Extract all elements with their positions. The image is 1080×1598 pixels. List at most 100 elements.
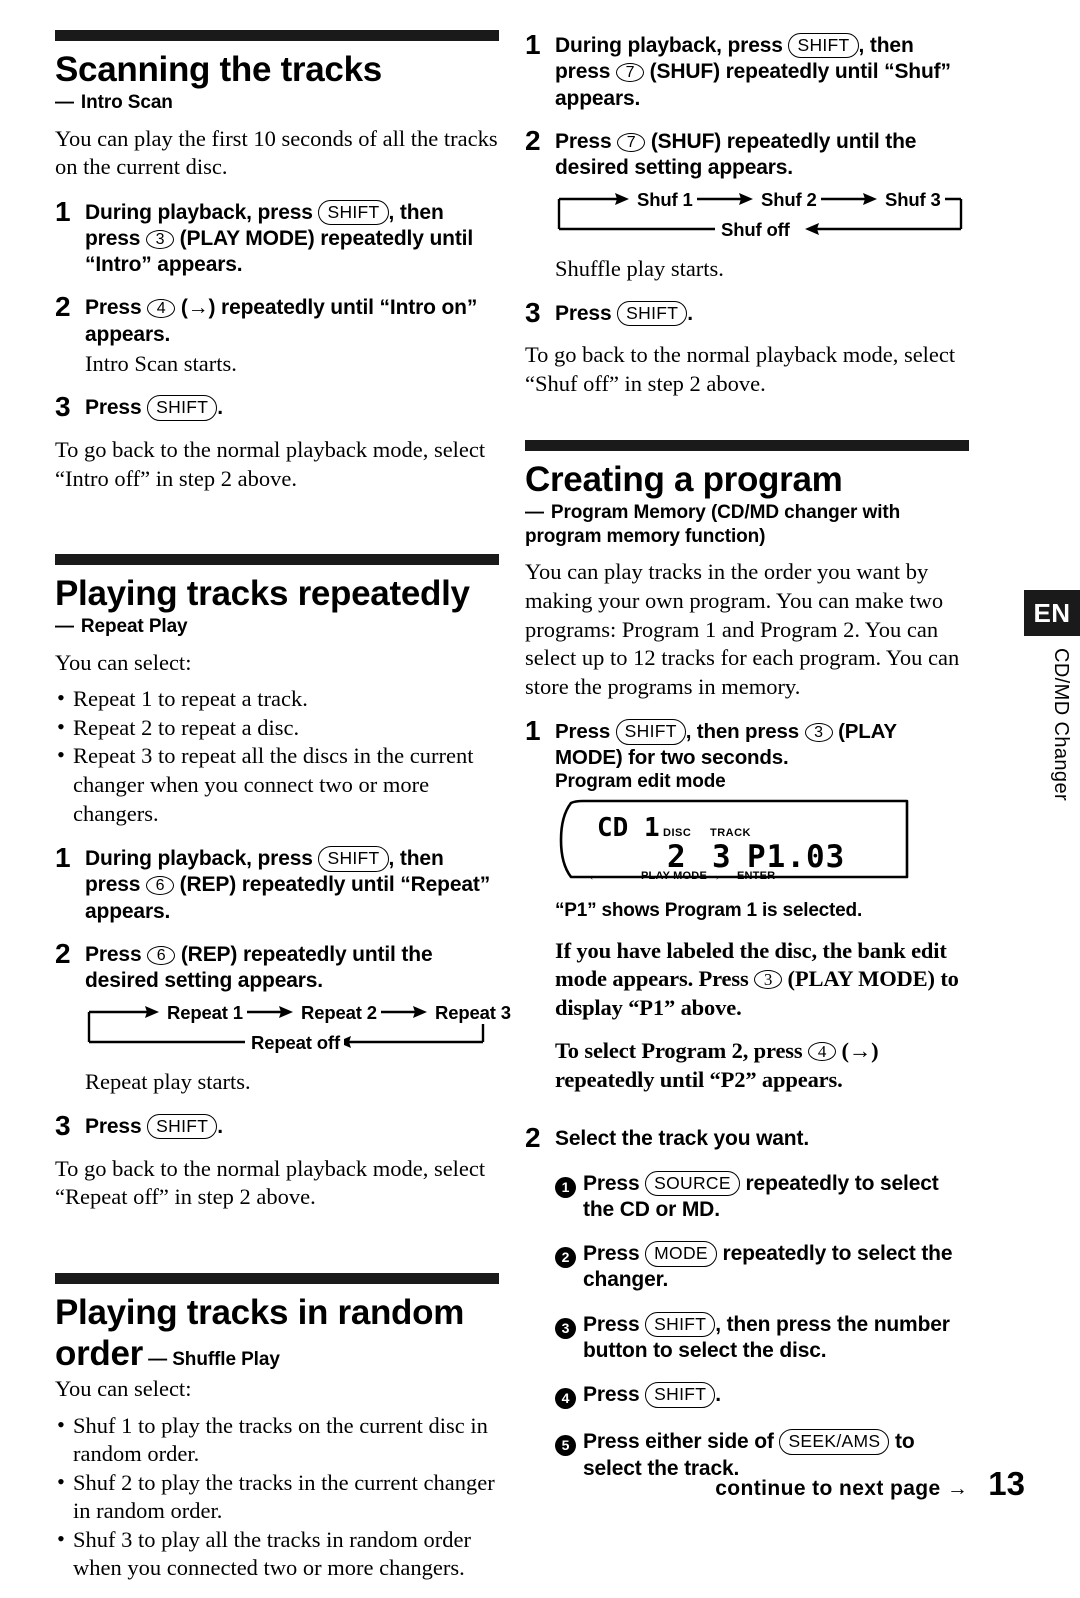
right-column: 1 During playback, press SHIFT, then pre…	[525, 30, 969, 1598]
manual-page: Scanning the tracks — Intro Scan You can …	[0, 0, 1080, 1580]
step-number: 2	[55, 937, 71, 969]
cycle-off-label: Shuf off	[717, 218, 794, 242]
step-text: Press SHIFT.	[85, 392, 499, 422]
substep-marker: 5	[555, 1429, 583, 1482]
lcd-enter-label: ENTER	[737, 869, 776, 882]
step-number: 3	[55, 1109, 71, 1141]
subtitle-label: Repeat Play	[80, 616, 188, 638]
section-rule	[55, 554, 499, 566]
substep-text-b: .	[715, 1383, 721, 1407]
step-item: 3 Press SHIFT.	[525, 298, 969, 328]
program2-paragraph: To select Program 2, press 4 (→) repeate…	[555, 1037, 969, 1094]
step-text-a: Press	[85, 296, 148, 320]
two-column-layout: Scanning the tracks — Intro Scan You can …	[0, 30, 1080, 1598]
step-text: Select the track you want. 1 Press SOURC…	[555, 1123, 969, 1482]
lcd-right-arrow-icon: →	[707, 866, 722, 884]
em-dash: —	[55, 616, 74, 638]
intro-paragraph: You can play tracks in the order you wan…	[525, 559, 960, 699]
step-text-a: Press	[85, 396, 148, 420]
step-text: During playback, press SHIFT, then press…	[85, 843, 499, 925]
shift-key-icon: SHIFT	[645, 1382, 716, 1408]
subtitle-label: Program Memory (CD/MD changer with progr…	[525, 501, 901, 548]
step-text-a: Press	[85, 1114, 148, 1138]
number-key-3-icon: 3	[145, 229, 174, 249]
step-text-a: During playback, press	[85, 847, 319, 871]
number-key-3-icon: 3	[804, 723, 833, 743]
substep-item: 3 Press SHIFT, then press the number but…	[555, 1311, 969, 1365]
list-item: Shuf 2 to play the tracks in the current…	[55, 1468, 499, 1526]
circled-number-1-icon: 1	[555, 1176, 576, 1198]
em-dash: —	[55, 92, 74, 114]
paragraph-text-a: To select Program 2, press	[555, 1038, 808, 1064]
outro-paragraph: To go back to the normal playback mode, …	[55, 437, 486, 491]
mode-key-icon: MODE	[645, 1241, 717, 1267]
cycle-label: Repeat 2	[297, 1001, 381, 1025]
number-key-4-icon: 4	[808, 1042, 836, 1062]
continue-text: continue to next page	[715, 1477, 941, 1500]
step-item: 1 During playback, press SHIFT, then pre…	[525, 30, 969, 112]
em-dash: —	[525, 501, 544, 523]
step-item: 2 Select the track you want. 1 Press SOU…	[525, 1123, 969, 1482]
step-number: 2	[525, 1122, 541, 1154]
substep-marker: 3	[555, 1312, 583, 1365]
page-title-repeat: Playing tracks repeatedly	[55, 574, 470, 614]
step-text-b: .	[687, 301, 693, 325]
intro-paragraph: You can play the first 10 seconds of all…	[55, 125, 498, 180]
substep-marker: 2	[555, 1241, 583, 1294]
shift-key-icon: SHIFT	[645, 1311, 716, 1338]
substep-item: 2 Press MODE repeatedly to select the ch…	[555, 1241, 969, 1294]
cycle-label: Repeat 3	[431, 1001, 515, 1025]
step-text: Select the track you want.	[555, 1127, 810, 1151]
outro-paragraph: To go back to the normal playback mode, …	[55, 1155, 486, 1210]
arrow-right-icon: →	[946, 1477, 969, 1500]
shift-key-icon: SHIFT	[318, 846, 389, 872]
subtitle-intro-scan: — Intro Scan	[55, 91, 499, 115]
cycle-label: Shuf 2	[757, 188, 821, 212]
step-number: 1	[55, 842, 71, 874]
step-number: 2	[55, 291, 71, 323]
step-text: Press 7 (SHUF) repeatedly until the desi…	[555, 126, 969, 284]
circled-number-2-icon: 2	[555, 1247, 576, 1269]
step-number: 1	[525, 715, 541, 747]
list-item: Repeat 1 to repeat a track.	[55, 684, 499, 714]
step-item: 3 Press SHIFT.	[55, 1111, 499, 1141]
substep-marker: 4	[555, 1382, 583, 1411]
list-item: Repeat 3 to repeat all the discs in the …	[55, 741, 499, 828]
list-item: Shuf 3 to play all the tracks in random …	[55, 1525, 499, 1583]
step-number: 1	[525, 29, 541, 60]
shift-key-icon: SHIFT	[617, 300, 688, 327]
page-title-scanning: Scanning the tracks	[55, 50, 382, 89]
number-key-3-icon: 3	[754, 970, 783, 990]
step-item: 1 During playback, press SHIFT, then pre…	[55, 843, 499, 925]
list-item: Repeat 2 to repeat a disc.	[55, 713, 499, 743]
locale-tab: EN	[1024, 590, 1080, 636]
number-key-6-icon: 6	[147, 945, 176, 965]
subtitle-program-memory: — Program Memory (CD/MD changer with prog…	[525, 501, 969, 550]
step-item: 1 Press SHIFT, then press 3 (PLAY MODE) …	[525, 716, 969, 1109]
number-key-7-icon: 7	[615, 63, 644, 83]
page-number: 13	[988, 1465, 1025, 1502]
em-dash: —	[142, 1348, 173, 1370]
cycle-label: Shuf 3	[881, 188, 945, 212]
substep-marker: 1	[555, 1171, 583, 1224]
shift-key-icon: SHIFT	[788, 33, 859, 59]
step-text-b: .	[217, 1114, 223, 1138]
step-text-a: Press	[555, 129, 618, 153]
subtitle-label: Shuffle Play	[172, 1348, 280, 1370]
page-title-random-line2: order — Shuffle Play	[55, 1334, 499, 1373]
step-number: 1	[55, 195, 71, 227]
left-column: Scanning the tracks — Intro Scan You can …	[55, 30, 515, 1598]
step-text-a: During playback, press	[85, 200, 319, 224]
step-text-a: Press	[555, 301, 618, 325]
step-number: 3	[525, 296, 541, 328]
cycle-label: Repeat 1	[163, 1001, 247, 1025]
section-playing-tracks-random: Playing tracks in random order — Shuffle…	[55, 1272, 499, 1583]
substep-item: 4 Press SHIFT.	[555, 1382, 969, 1411]
substep-text: Press SHIFT, then press the number butto…	[583, 1311, 969, 1365]
substep-text-a: Press either side of	[583, 1430, 780, 1454]
substep-text-a: Press	[583, 1171, 646, 1195]
subtitle-repeat-play: — Repeat Play	[55, 615, 499, 639]
